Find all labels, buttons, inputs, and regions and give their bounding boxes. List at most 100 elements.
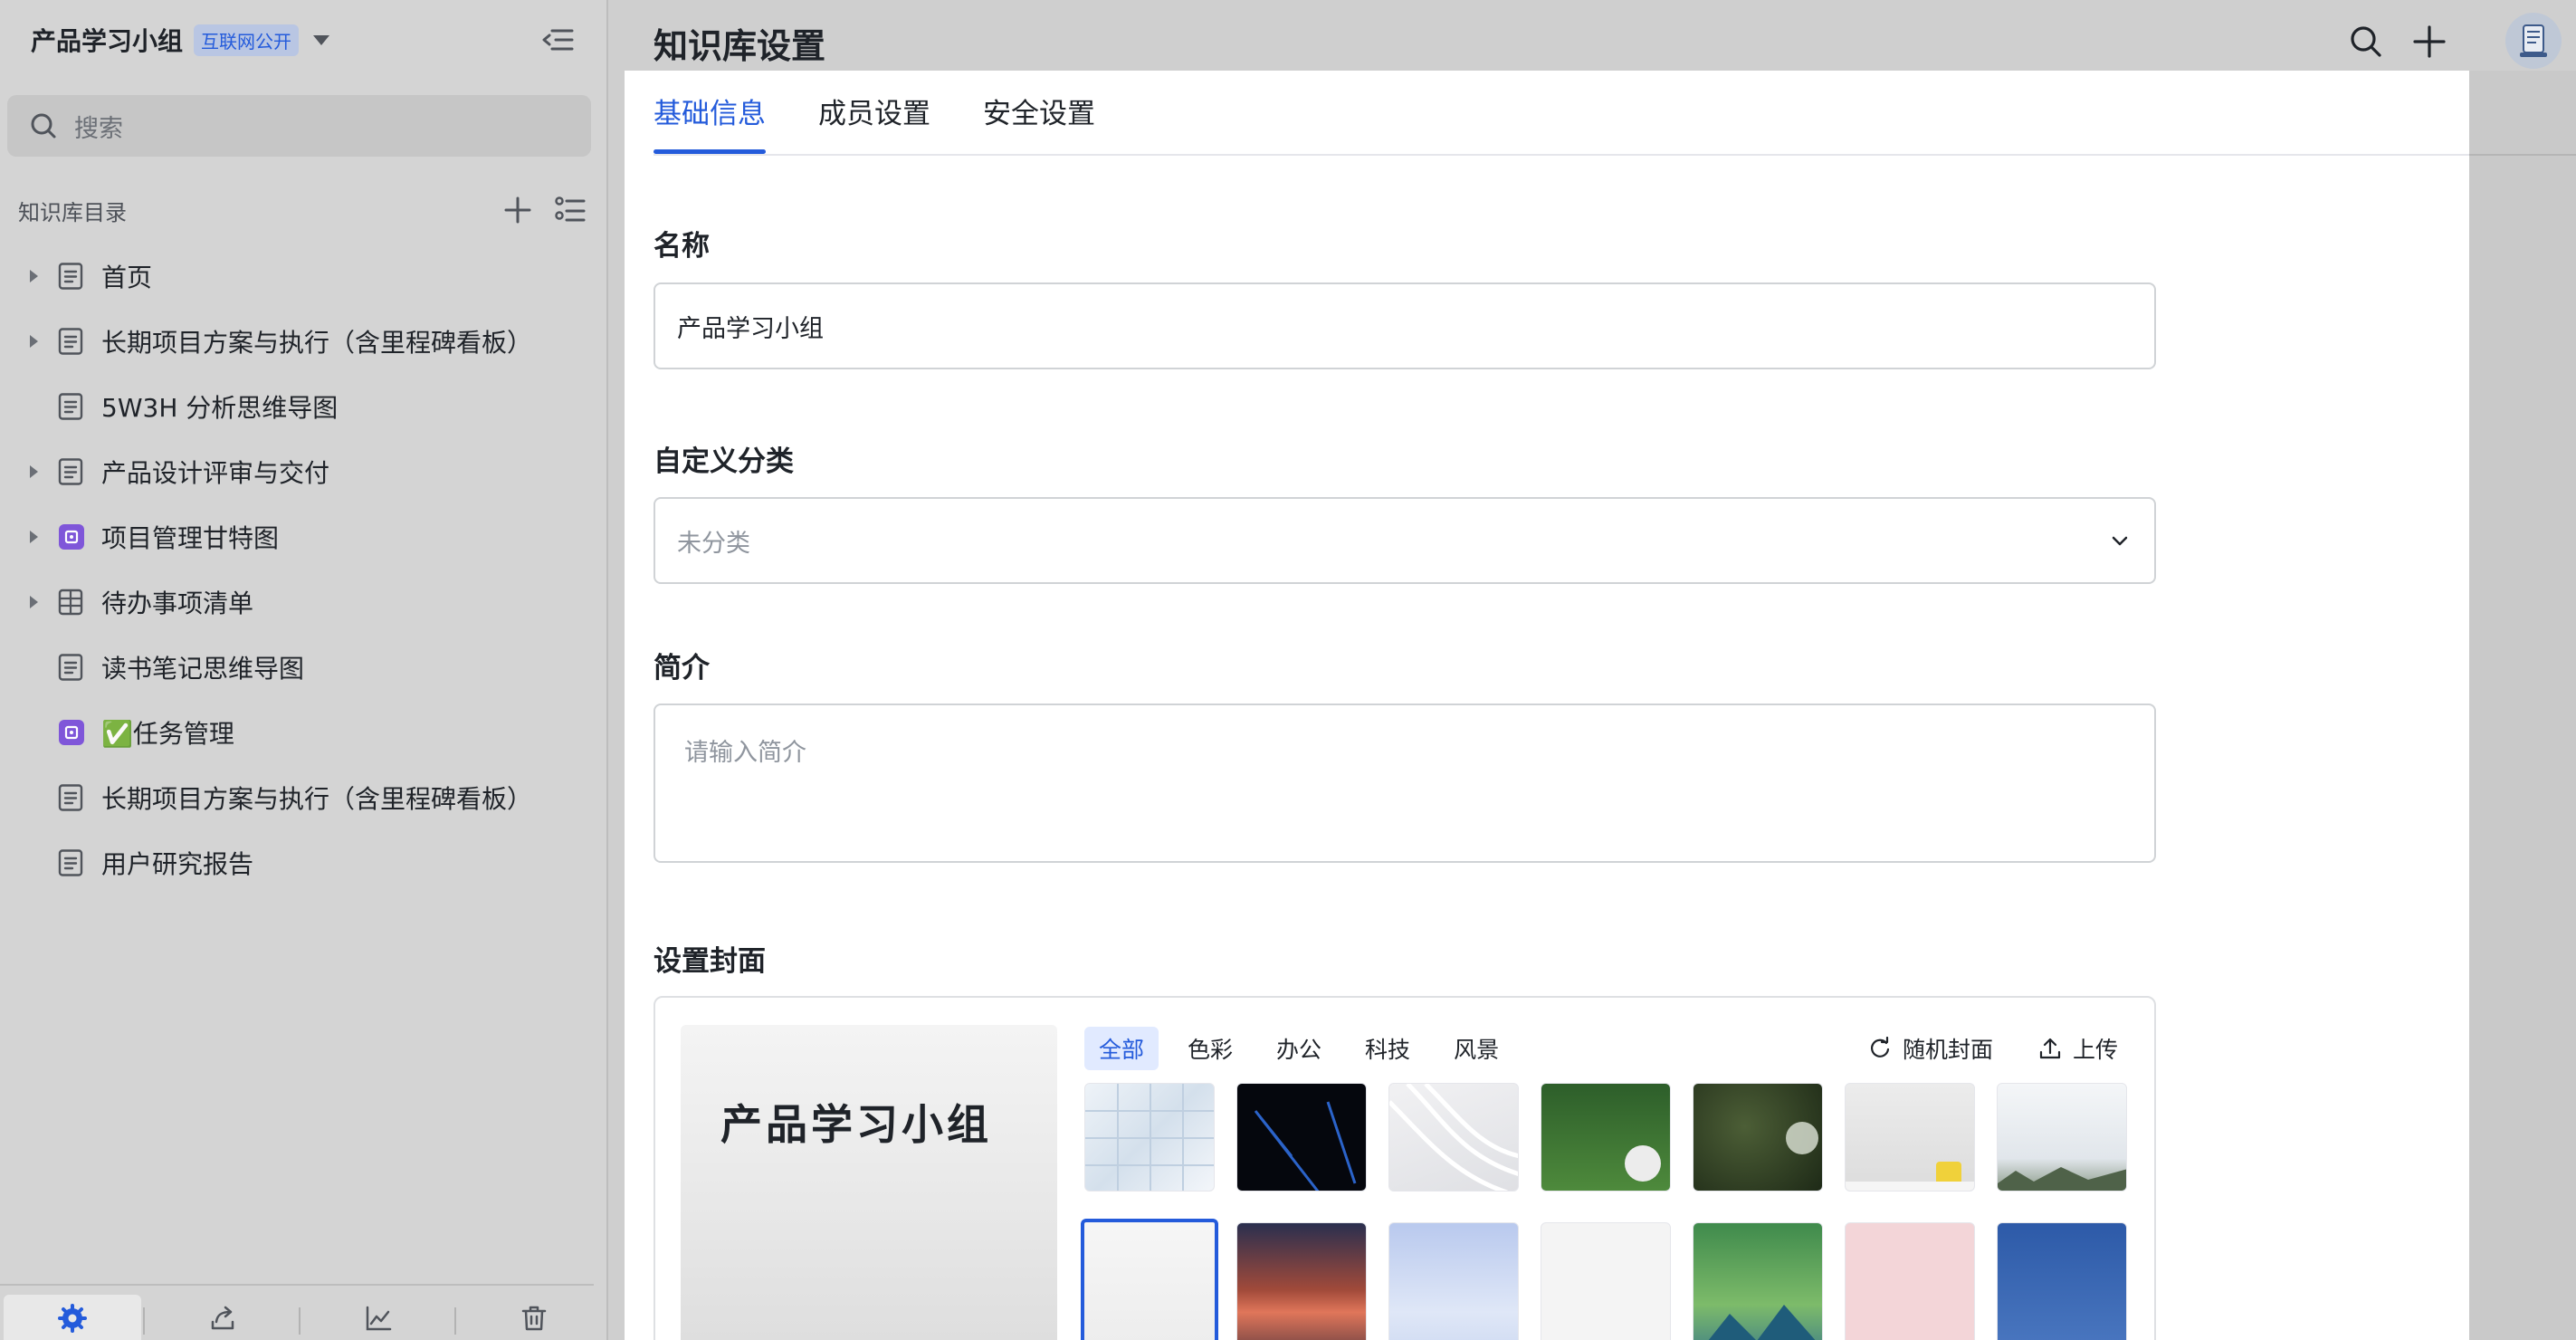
name-input[interactable]: 产品学习小组 (654, 282, 2156, 369)
sidebar-search[interactable]: 搜索 (7, 95, 591, 157)
sidebar-tree-item[interactable]: 5W3H 分析思维导图 (0, 379, 597, 434)
sidebar-tree-item-label: 长期项目方案与执行（含里程碑看板） (101, 328, 533, 358)
app-icon (58, 523, 84, 550)
sidebar-tree-item[interactable]: 产品设计评审与交付 (0, 445, 597, 499)
page-title: 知识库设置 (654, 26, 826, 66)
sidebar-footer (0, 1284, 594, 1340)
doc-icon (58, 458, 83, 485)
cover-thumbnail[interactable] (1845, 1222, 1975, 1340)
sidebar-tree-item-label: 5W3H 分析思维导图 (101, 393, 339, 423)
upload-cover-button[interactable]: 上传 (2038, 1032, 2118, 1065)
create-button[interactable] (2409, 22, 2449, 62)
expand-arrow-icon[interactable] (30, 465, 38, 478)
app-icon (58, 719, 84, 746)
sidebar-tree-item[interactable]: 长期项目方案与执行（含里程碑看板） (0, 770, 597, 825)
sidebar-tree-item-label: 首页 (101, 263, 153, 292)
right-overlay (2469, 71, 2576, 1340)
expand-arrow-icon[interactable] (30, 335, 38, 348)
expand-arrow-icon[interactable] (30, 270, 38, 282)
directory-list-icon[interactable] (552, 192, 588, 228)
sidebar-tree-item-label: 项目管理甘特图 (101, 523, 280, 553)
doc-icon (58, 263, 83, 290)
cover-preview-title: 产品学习小组 (720, 1100, 992, 1149)
name-value: 产品学习小组 (677, 314, 824, 343)
directory-header: 知识库目录 (18, 192, 588, 228)
intro-placeholder: 请输入简介 (684, 739, 806, 767)
doc-icon (58, 654, 83, 681)
category-value: 未分类 (677, 529, 750, 558)
cover-thumbnail[interactable] (1693, 1222, 1823, 1340)
intro-label: 简介 (654, 652, 710, 684)
white-waves-image (1389, 1084, 1518, 1191)
doc-icon (58, 784, 83, 811)
doc-icon (58, 328, 83, 355)
sidebar-tree-item[interactable]: 首页 (0, 249, 597, 303)
cover-category-scenery[interactable]: 风景 (1439, 1027, 1513, 1070)
sidebar-tree-item[interactable]: ✅任务管理 (0, 705, 597, 760)
category-label: 自定义分类 (654, 445, 794, 478)
visibility-badge: 互联网公开 (194, 24, 300, 56)
share-button[interactable] (154, 1295, 291, 1340)
cover-thumbnail[interactable] (1997, 1222, 2127, 1340)
trash-icon (521, 1306, 547, 1331)
cover-thumbnail[interactable] (1541, 1222, 1671, 1340)
search-icon (2351, 26, 2381, 57)
cover-actions: 随机封面 上传 (1823, 1027, 2118, 1070)
sidebar-tree-item[interactable]: 待办事项清单 (0, 575, 597, 629)
search-button[interactable] (2346, 22, 2386, 62)
cover-thumbnail[interactable] (1236, 1222, 1367, 1340)
cover-thumbnail[interactable] (1388, 1222, 1519, 1340)
yellow-cup-image (1846, 1162, 1974, 1191)
expand-arrow-icon[interactable] (30, 596, 38, 608)
cover-thumbnail-selected[interactable] (1081, 1219, 1218, 1340)
category-select[interactable]: 未分类 (654, 497, 2156, 584)
upload-icon (2039, 1038, 2061, 1059)
knowledge-base-header[interactable]: 产品学习小组 互联网公开 (31, 20, 330, 60)
doc-icon (58, 393, 83, 420)
cover-thumbnail[interactable] (1388, 1083, 1519, 1192)
settings-button[interactable] (4, 1295, 141, 1340)
sidebar-tree-item-label: 待办事项清单 (101, 589, 254, 618)
random-cover-button[interactable]: 随机封面 (1868, 1032, 1993, 1065)
intro-textarea[interactable]: 请输入简介 (654, 704, 2156, 863)
sidebar-tree-item-label: 长期项目方案与执行（含里程碑看板） (101, 784, 533, 814)
gear-icon (58, 1304, 87, 1333)
doc-icon (58, 849, 83, 876)
cover-category-color[interactable]: 色彩 (1173, 1027, 1247, 1070)
sidebar-tree-item[interactable]: 用户研究报告 (0, 836, 597, 890)
table-icon (58, 589, 83, 616)
cover-thumbnail[interactable] (1236, 1083, 1367, 1192)
user-avatar-icon (2520, 24, 2547, 57)
cover-thumbnail[interactable] (1541, 1083, 1671, 1192)
tab-security-settings[interactable]: 安全设置 (983, 91, 1095, 154)
collapse-sidebar-icon[interactable] (539, 24, 576, 56)
golf-ball-image (1625, 1145, 1661, 1182)
cover-thumbnail[interactable] (1845, 1083, 1975, 1192)
tab-basic-info[interactable]: 基础信息 (654, 91, 766, 154)
analytics-button[interactable] (310, 1295, 447, 1340)
avatar[interactable] (2505, 13, 2562, 69)
misty-trees-image (1998, 1167, 2126, 1191)
sidebar-tree-item[interactable]: 长期项目方案与执行（含里程碑看板） (0, 314, 597, 368)
upload-label: 上传 (2072, 1037, 2118, 1063)
cover-category-all[interactable]: 全部 (1084, 1027, 1159, 1070)
cover-picker: 产品学习小组 全部 色彩 办公 科技 风景 随机封面 上传 (654, 996, 2156, 1340)
sidebar-tree-item[interactable]: 读书笔记思维导图 (0, 640, 597, 694)
cover-category-tech[interactable]: 科技 (1350, 1027, 1425, 1070)
expand-arrow-icon[interactable] (30, 531, 38, 543)
trash-button[interactable] (465, 1295, 603, 1340)
sidebar-tree-item-label: 读书笔记思维导图 (101, 654, 305, 684)
tabs-divider (654, 154, 2469, 156)
add-page-icon[interactable] (500, 192, 536, 228)
overlay-divider (2469, 154, 2576, 156)
sidebar-tree-item[interactable]: 项目管理甘特图 (0, 510, 597, 564)
cover-thumbnail[interactable] (1084, 1083, 1215, 1192)
sidebar-tree-item-label: ✅任务管理 (101, 719, 234, 749)
mountains-image (1708, 1305, 1816, 1340)
tab-member-settings[interactable]: 成员设置 (818, 91, 930, 154)
cover-thumbnail[interactable] (1997, 1083, 2127, 1192)
cover-thumbnail[interactable] (1693, 1083, 1823, 1192)
knowledge-base-title: 产品学习小组 (31, 26, 184, 56)
caret-down-icon[interactable] (313, 34, 330, 45)
cover-category-office[interactable]: 办公 (1262, 1027, 1336, 1070)
